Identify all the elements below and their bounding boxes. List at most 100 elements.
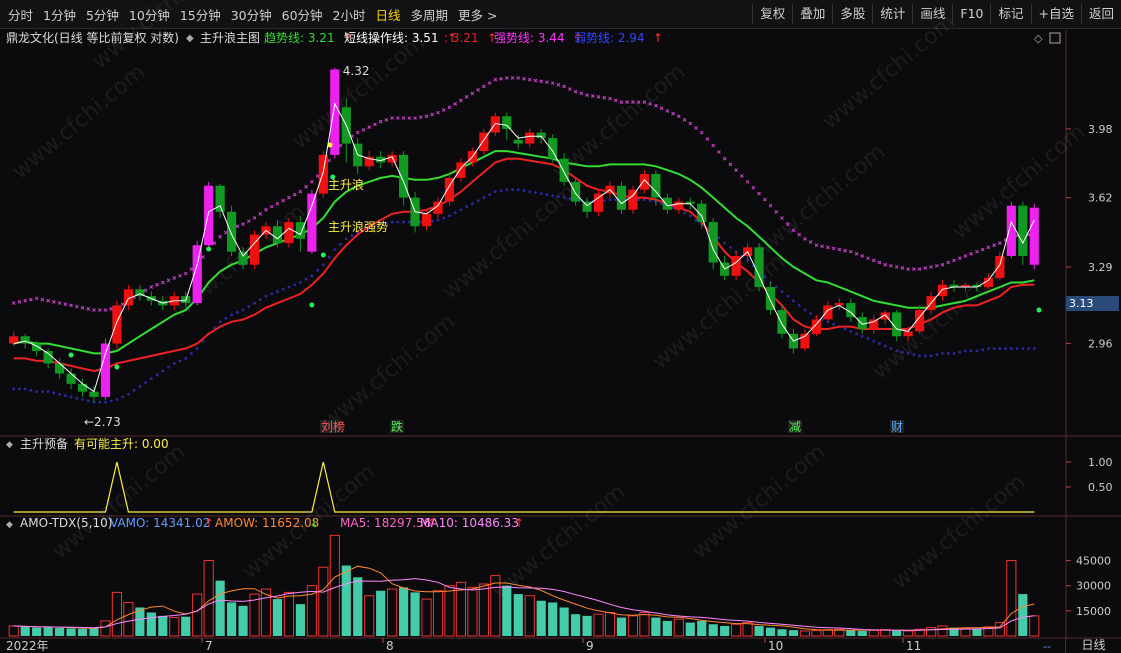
strong-line-mark bbox=[298, 189, 303, 194]
weak-line-mark bbox=[855, 332, 858, 336]
strong-line-mark bbox=[413, 116, 417, 120]
weak-line-mark bbox=[723, 241, 727, 245]
weak-line-mark bbox=[104, 400, 107, 404]
weak-line-mark bbox=[281, 287, 285, 291]
strong-line-mark bbox=[516, 76, 521, 80]
weak-line-mark bbox=[551, 194, 555, 198]
weak-line-mark bbox=[75, 396, 79, 400]
volume-bar bbox=[238, 605, 248, 636]
weak-line-mark bbox=[178, 359, 182, 363]
strong-line-mark bbox=[923, 266, 928, 270]
watermark: www.cfchi.com bbox=[888, 469, 1030, 594]
strong-line-mark bbox=[201, 255, 205, 259]
weak-line-mark bbox=[230, 313, 234, 317]
volume-bar bbox=[421, 598, 432, 637]
weak-line-mark bbox=[895, 349, 899, 353]
volume-bar bbox=[788, 630, 799, 636]
scroll-indicator: -- bbox=[1043, 640, 1051, 653]
weak-line-mark bbox=[992, 347, 996, 350]
strong-line-mark bbox=[166, 278, 171, 283]
strong-line-mark bbox=[224, 230, 228, 235]
strong-line-mark bbox=[57, 301, 62, 305]
volume-bar bbox=[857, 630, 867, 636]
weak-line-mark bbox=[453, 211, 457, 215]
candle bbox=[330, 69, 340, 155]
strong-line-mark bbox=[837, 247, 842, 252]
weak-line-mark bbox=[557, 195, 560, 199]
strong-line-mark bbox=[699, 130, 704, 135]
legend-0: 趋势线: 3.21 bbox=[264, 31, 335, 45]
legend-arrow-4: ↑ bbox=[653, 31, 663, 45]
strong-line-mark bbox=[934, 263, 939, 268]
weak-line-mark bbox=[321, 263, 325, 267]
volume-legend-arrow-0: ↑ bbox=[204, 516, 214, 530]
weak-line-mark bbox=[63, 394, 67, 397]
strong-line-mark bbox=[613, 98, 618, 103]
strong-line-mark bbox=[109, 307, 114, 311]
volume-legend-arrow-1: ↓ bbox=[309, 516, 319, 530]
candle bbox=[639, 174, 649, 190]
weak-line-mark bbox=[522, 189, 526, 193]
strong-line-mark bbox=[40, 297, 45, 302]
weak-line-mark bbox=[987, 347, 990, 350]
weak-line-mark bbox=[1032, 347, 1036, 350]
candle bbox=[995, 255, 1005, 279]
candle bbox=[204, 185, 214, 246]
candle bbox=[307, 193, 317, 252]
volume-pane-name: AMO-TDX(5,10) bbox=[20, 516, 112, 530]
volume-bar bbox=[432, 590, 444, 637]
strong-line-mark bbox=[275, 201, 280, 206]
strong-line-mark bbox=[241, 222, 245, 227]
volume-bar bbox=[868, 629, 879, 637]
collapse-icon: ◆ bbox=[6, 520, 13, 530]
weak-line-mark bbox=[729, 245, 732, 249]
volume-bar bbox=[215, 580, 225, 636]
strong-line-mark bbox=[120, 302, 125, 307]
weak-line-mark bbox=[161, 369, 165, 373]
period-corner-button[interactable]: 日线 bbox=[1065, 638, 1121, 653]
strong-line-mark bbox=[568, 87, 572, 91]
strong-line-mark bbox=[952, 258, 956, 263]
chart-canvas[interactable]: www.cfchi.comwww.cfchi.comwww.cfchi.comw… bbox=[0, 0, 1121, 653]
strong-line-mark bbox=[826, 245, 830, 250]
weak-line-mark bbox=[562, 196, 566, 200]
strong-line-mark bbox=[866, 256, 870, 261]
short-line bbox=[13, 102, 1035, 393]
strong-line-mark bbox=[751, 185, 756, 190]
volume-bar bbox=[742, 622, 753, 637]
maximize-icon[interactable] bbox=[1049, 32, 1061, 44]
volume-bar bbox=[364, 595, 375, 637]
event-marker-1: 跌 bbox=[391, 419, 403, 434]
weak-line-mark bbox=[809, 312, 813, 315]
strong-line-mark bbox=[854, 251, 859, 256]
strong-line-mark bbox=[940, 262, 945, 267]
candle bbox=[272, 226, 283, 244]
strong-line-mark bbox=[711, 143, 716, 148]
volume-bar bbox=[662, 620, 672, 636]
weak-line-mark bbox=[299, 281, 302, 284]
strong-line-mark bbox=[820, 244, 824, 249]
strong-line-mark bbox=[762, 197, 767, 202]
volume-legend-2: MA5: 18297.56 bbox=[340, 516, 431, 530]
y-tick-volume: 15000 bbox=[1076, 605, 1111, 618]
volume-bar bbox=[43, 627, 53, 636]
volume-bar bbox=[892, 630, 902, 636]
trend-line bbox=[13, 150, 1035, 355]
strong-line-mark bbox=[585, 93, 589, 97]
strong-line-mark bbox=[361, 127, 366, 132]
volume-bar bbox=[181, 616, 191, 636]
legend-1: 短线操作线: 3.51 bbox=[344, 30, 439, 45]
weak-line-mark bbox=[860, 334, 864, 338]
weak-line-mark bbox=[350, 234, 354, 238]
strong-line-mark bbox=[917, 267, 922, 271]
weak-line-mark bbox=[878, 342, 881, 345]
strong-line-mark bbox=[963, 254, 968, 258]
strong-line-mark bbox=[355, 130, 360, 135]
weak-line-mark bbox=[115, 398, 119, 401]
weak-line-mark bbox=[471, 202, 474, 206]
strong-line-mark bbox=[327, 158, 331, 163]
volume-legend-1: AMOW: 11652.08 bbox=[215, 516, 319, 530]
weak-line-mark bbox=[18, 387, 21, 391]
watermark: www.cfchi.com bbox=[818, 9, 960, 134]
event-marker-0: 刘榜 bbox=[321, 419, 345, 434]
